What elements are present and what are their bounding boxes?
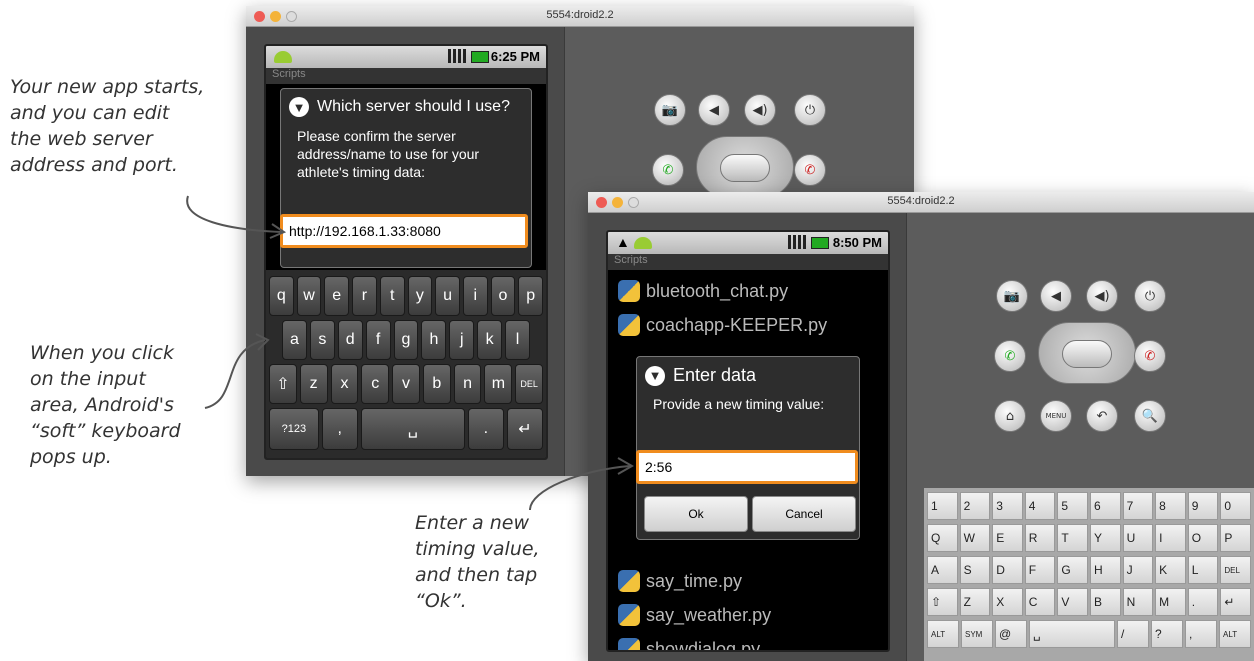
annotation-arrows: [186, 195, 635, 511]
